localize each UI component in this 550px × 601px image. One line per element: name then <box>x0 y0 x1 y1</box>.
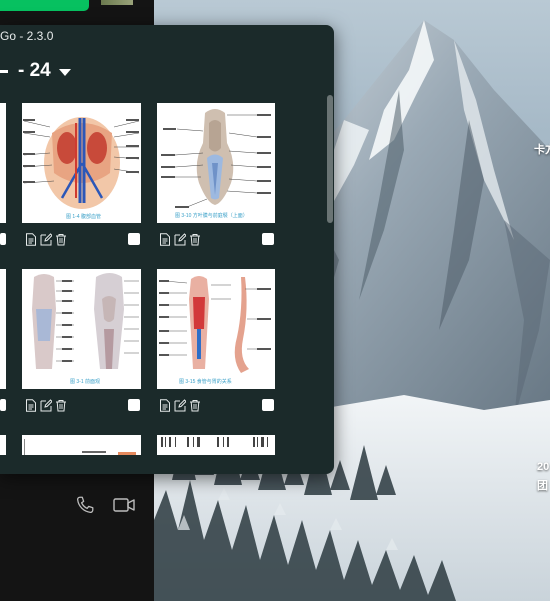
desktop-widget-sublabel: 团 <box>537 480 548 492</box>
document-icon[interactable] <box>159 399 171 412</box>
edit-icon[interactable] <box>40 399 52 412</box>
page-actions <box>159 399 201 412</box>
page-thumbnail-partial[interactable] <box>0 103 6 223</box>
page-checkbox[interactable] <box>0 399 6 411</box>
edit-icon[interactable] <box>40 233 52 246</box>
page-actions <box>25 233 67 246</box>
avatar-thumbnail[interactable] <box>101 0 133 5</box>
document-viewer-window: Go - 2.3.0 - 24 图 1-4 腹部血管 图 3-10 方叶膜与前庭… <box>0 25 334 474</box>
scrollbar-thumb[interactable] <box>327 95 333 223</box>
desktop-widget-label: 20 <box>537 461 550 473</box>
page-actions <box>159 233 201 246</box>
page-caption: 图 3-10 方叶膜与前庭襞（上面） <box>175 212 248 219</box>
page-thumbnail[interactable]: 图 3-1 前面观 <box>22 269 141 389</box>
page-caption: 图 1-4 腹部血管 <box>66 213 101 220</box>
page-checkbox[interactable] <box>262 399 274 411</box>
green-action-button[interactable] <box>0 0 89 11</box>
page-thumbnail-partial[interactable] <box>0 435 6 455</box>
window-title: Go - 2.3.0 <box>0 29 54 43</box>
edit-icon[interactable] <box>174 399 186 412</box>
desktop-icon-label[interactable]: 卡方 <box>534 141 550 157</box>
page-thumbnail[interactable]: 图 3-15 食管与胃的关系 <box>157 269 275 389</box>
page-checkbox[interactable] <box>128 399 140 411</box>
page-range-cut-digit <box>0 69 8 73</box>
page-thumbnail[interactable] <box>157 435 275 455</box>
page-thumbnail[interactable]: 图 1-4 腹部血管 <box>22 103 141 223</box>
document-icon[interactable] <box>25 399 37 412</box>
page-thumbnail[interactable] <box>22 435 141 455</box>
chevron-down-icon[interactable] <box>58 68 71 76</box>
scrollbar[interactable] <box>327 95 333 225</box>
page-checkbox[interactable] <box>128 233 140 245</box>
phone-icon[interactable] <box>74 494 96 516</box>
trash-icon[interactable] <box>189 233 201 246</box>
page-actions <box>25 399 67 412</box>
page-checkbox[interactable] <box>262 233 274 245</box>
page-caption: 图 3-15 食管与胃的关系 <box>179 378 232 385</box>
page-caption: 图 3-1 前面观 <box>70 378 100 385</box>
trash-icon[interactable] <box>55 399 67 412</box>
page-checkbox[interactable] <box>0 233 6 245</box>
document-icon[interactable] <box>25 233 37 246</box>
document-icon[interactable] <box>159 233 171 246</box>
page-thumbnail-partial[interactable] <box>0 269 6 389</box>
edit-icon[interactable] <box>174 233 186 246</box>
page-range-label: - 24 <box>18 60 51 81</box>
trash-icon[interactable] <box>189 399 201 412</box>
page-range-selector[interactable]: - 24 <box>0 60 71 82</box>
video-call-icon[interactable] <box>112 494 136 516</box>
trash-icon[interactable] <box>55 233 67 246</box>
page-thumbnail[interactable]: 图 3-10 方叶膜与前庭襞（上面） <box>157 103 275 223</box>
